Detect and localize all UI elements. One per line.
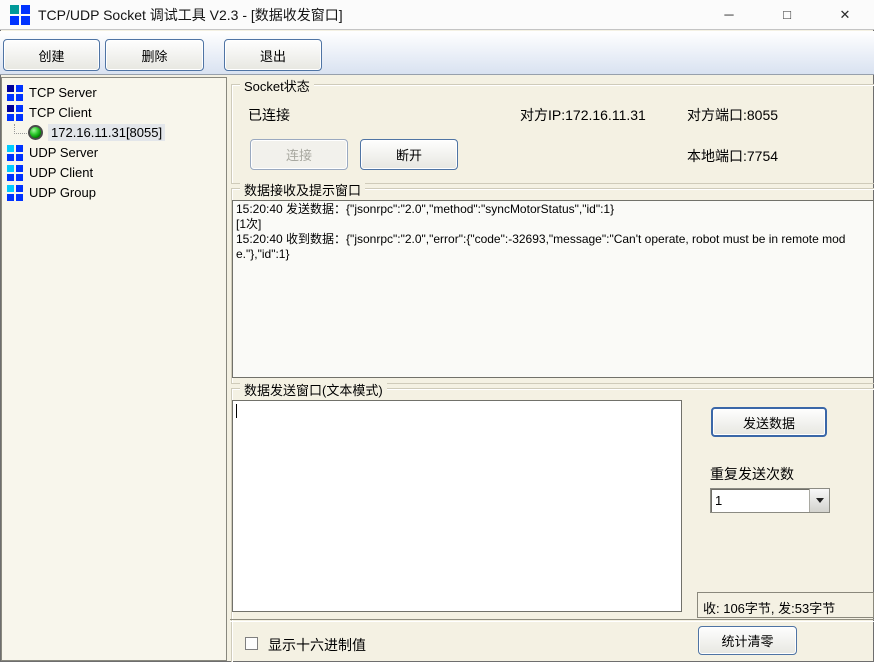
- close-icon[interactable]: ✕: [816, 0, 874, 30]
- peer-port-label: 对方端口:8055: [687, 105, 778, 125]
- tree-item-udp-server[interactable]: UDP Server: [2, 142, 226, 162]
- exit-button[interactable]: 退出: [224, 39, 322, 71]
- tree-item-label: TCP Client: [29, 105, 92, 120]
- minimize-icon[interactable]: ─: [700, 0, 758, 30]
- tree-item-label: UDP Group: [29, 185, 96, 200]
- udp-node-icon: [7, 184, 23, 200]
- repeat-count-value: 1: [711, 489, 809, 512]
- receive-log[interactable]: 15:20:40 发送数据：{"jsonrpc":"2.0","method":…: [232, 200, 874, 378]
- bottom-divider: [230, 619, 874, 622]
- delete-button[interactable]: 删除: [105, 39, 204, 71]
- byte-counter: 收: 106字节, 发:53字节: [697, 592, 874, 618]
- tree-connector: [14, 124, 27, 134]
- tree-item-tcp-server[interactable]: TCP Server: [2, 82, 226, 102]
- tree-item-label: TCP Server: [29, 85, 97, 100]
- udp-node-icon: [7, 144, 23, 160]
- hex-display-checkbox[interactable]: [245, 637, 258, 650]
- dropdown-button[interactable]: [809, 489, 829, 512]
- tree-item-udp-client[interactable]: UDP Client: [2, 162, 226, 182]
- tree-item-udp-group[interactable]: UDP Group: [2, 182, 226, 202]
- disconnect-button[interactable]: 断开: [360, 139, 458, 170]
- send-data-button[interactable]: 发送数据: [711, 407, 827, 437]
- maximize-icon[interactable]: □: [758, 0, 816, 30]
- send-input[interactable]: [232, 400, 682, 612]
- socket-status-group-title: Socket状态: [240, 76, 314, 95]
- local-port-label: 本地端口:7754: [687, 146, 778, 166]
- repeat-count-select[interactable]: 1: [710, 488, 830, 513]
- tcp-node-icon: [7, 84, 23, 100]
- window-title: TCP/UDP Socket 调试工具 V2.3 - [数据收发窗口]: [38, 0, 343, 30]
- repeat-count-label: 重复发送次数: [710, 464, 794, 484]
- receive-group-title: 数据接收及提示窗口: [240, 180, 365, 199]
- chevron-down-icon: [816, 498, 824, 503]
- app-window: TCP/UDP Socket 调试工具 V2.3 - [数据收发窗口] ─ □ …: [0, 0, 874, 662]
- tcp-node-icon: [7, 104, 23, 120]
- udp-node-icon: [7, 164, 23, 180]
- tree-item-label: 172.16.11.31[8055]: [48, 124, 165, 141]
- connection-status-icon: [28, 125, 43, 140]
- toolbar: 创建 删除 退出: [0, 31, 874, 75]
- hex-display-label: 显示十六进制值: [268, 635, 366, 655]
- tree-item-label: UDP Server: [29, 145, 98, 160]
- tree-item-tcp-client[interactable]: TCP Client: [2, 102, 226, 122]
- clear-stats-button[interactable]: 统计清零: [698, 626, 797, 655]
- tree-item-label: UDP Client: [29, 165, 93, 180]
- create-button[interactable]: 创建: [3, 39, 100, 71]
- titlebar: TCP/UDP Socket 调试工具 V2.3 - [数据收发窗口] ─ □ …: [0, 0, 874, 30]
- send-group-title: 数据发送窗口(文本模式): [240, 380, 387, 399]
- tree-item-connection[interactable]: 172.16.11.31[8055]: [2, 122, 226, 142]
- connection-tree: TCP Server TCP Client 172.16.11.31[8055]…: [1, 77, 227, 661]
- peer-ip-label: 对方IP:172.16.11.31: [520, 105, 646, 125]
- text-cursor: [236, 404, 237, 418]
- connect-button[interactable]: 连接: [250, 139, 348, 170]
- app-icon: [10, 5, 30, 25]
- connection-status-text: 已连接: [248, 105, 290, 125]
